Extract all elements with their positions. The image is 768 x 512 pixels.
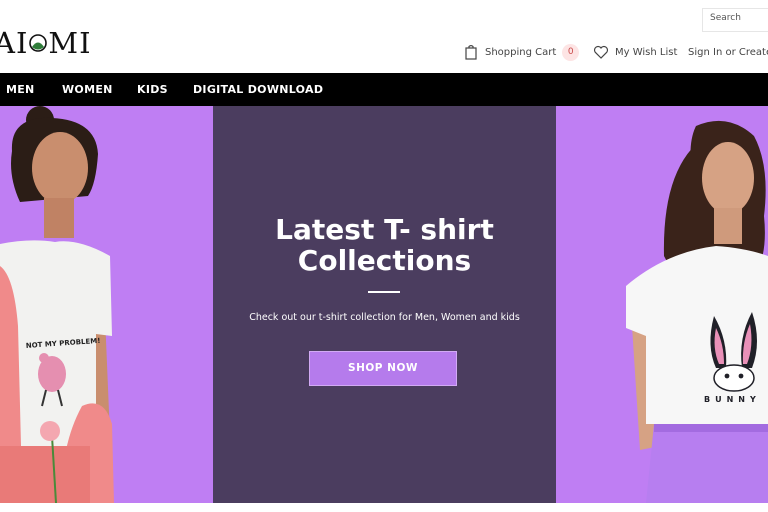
cart-count-badge: 0 xyxy=(562,43,580,61)
cart-label: Shopping Cart xyxy=(485,46,557,58)
nav-item-kids[interactable]: KIDS xyxy=(137,83,168,96)
wishlist-link[interactable]: My Wish List xyxy=(593,43,677,61)
signin-label: Sign In or Create xyxy=(688,46,768,58)
hero-right-image: BUNNY xyxy=(556,106,768,503)
search-input[interactable]: Search xyxy=(702,8,768,32)
main-navigation: MEN WOMEN KIDS DIGITAL DOWNLOAD xyxy=(0,73,768,106)
heart-icon xyxy=(593,45,609,59)
page-bottom-strip xyxy=(0,503,768,512)
wishlist-label: My Wish List xyxy=(615,46,678,58)
nav-item-digital-download[interactable]: DIGITAL DOWNLOAD xyxy=(193,83,323,96)
shop-now-button[interactable]: SHOP NOW xyxy=(309,351,457,386)
right-shirt-print-text: BUNNY xyxy=(704,395,761,404)
hero-content-panel: Latest T- shirt Collections Check out ou… xyxy=(213,106,556,503)
shopping-cart-link[interactable]: Shopping Cart 0 xyxy=(463,43,580,61)
hero-subtitle: Check out our t-shirt collection for Men… xyxy=(249,312,520,323)
right-model-illustration: BUNNY xyxy=(626,120,768,503)
site-header: AI MI Search Shopping Cart 0 My Wish Lis… xyxy=(0,0,768,73)
hero-banner: NOT MY PROBLEM! Latest T- shirt Collecti… xyxy=(0,106,768,503)
nav-item-men[interactable]: MEN xyxy=(6,83,35,96)
search-placeholder: Search xyxy=(710,13,741,23)
hero-left-image: NOT MY PROBLEM! xyxy=(0,106,213,503)
hero-title: Latest T- shirt Collections xyxy=(213,214,556,276)
logo-text-right: MI xyxy=(48,26,92,60)
hero-title-line1: Latest T- shirt xyxy=(275,213,494,246)
hero-divider xyxy=(368,291,400,293)
nav-item-women[interactable]: WOMEN xyxy=(62,83,113,96)
logo-text-left: AI xyxy=(0,26,29,60)
left-model-illustration: NOT MY PROBLEM! xyxy=(0,106,114,503)
leaf-icon xyxy=(29,28,48,58)
brand-logo[interactable]: AI MI xyxy=(0,26,92,60)
cart-icon xyxy=(465,45,477,60)
hero-title-line2: Collections xyxy=(297,244,472,277)
signin-link[interactable]: Sign In or Create xyxy=(688,43,768,61)
